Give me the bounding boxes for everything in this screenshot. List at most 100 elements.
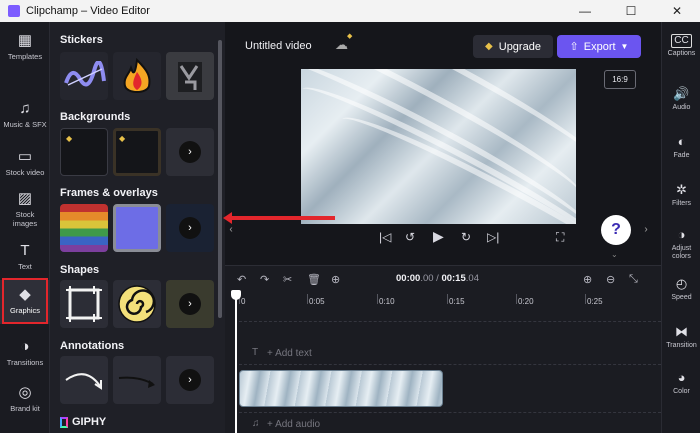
- ruler-tick: [585, 294, 586, 304]
- upgrade-button[interactable]: ◆ Upgrade: [473, 35, 553, 58]
- annotation-tile[interactable]: [60, 356, 108, 404]
- nav-label: Stock video: [5, 168, 45, 177]
- audio-icon: 🔊: [673, 86, 690, 101]
- arrow-head: [223, 212, 232, 224]
- track-divider: [239, 364, 661, 365]
- add-media-icon[interactable]: ⊕: [331, 273, 340, 286]
- frame-tile[interactable]: [113, 204, 161, 252]
- chevron-down-icon[interactable]: ⌄: [611, 250, 618, 259]
- sticker-tile[interactable]: [60, 52, 108, 100]
- filters-icon: ✲: [676, 182, 687, 197]
- diamond-icon: ◆: [485, 41, 493, 52]
- add-audio-label[interactable]: + Add audio: [267, 419, 320, 430]
- play-icon[interactable]: ▶: [433, 228, 444, 245]
- track-divider: [239, 321, 661, 322]
- right-nav-transition[interactable]: ⧓ Transition: [662, 324, 700, 350]
- undo-icon[interactable]: ↶: [237, 273, 246, 286]
- help-button[interactable]: ?: [601, 215, 631, 245]
- zoom-in-icon[interactable]: ⊕: [583, 273, 592, 286]
- skip-to-start-icon[interactable]: |◁: [379, 230, 391, 244]
- nav-item-text[interactable]: T Text: [0, 242, 50, 278]
- transition-icon: ⧓: [675, 324, 688, 339]
- delete-icon[interactable]: 🗑: [307, 273, 321, 286]
- right-nav-audio[interactable]: 🔊 Audio: [662, 86, 700, 112]
- total-time-ms: .04: [465, 273, 479, 284]
- editor-area: Untitled video ☁ ◆ ◆ Upgrade ⇧ Export ▼ …: [225, 22, 661, 433]
- right-nav-fade[interactable]: ◐ Fade: [662, 134, 700, 160]
- annotation-tile[interactable]: [113, 356, 161, 404]
- section-title-frames: Frames & overlays: [60, 187, 158, 199]
- section-title-annotations: Annotations: [60, 340, 125, 352]
- right-nav-label: Adjust colors: [671, 245, 692, 260]
- right-nav-label: Color: [673, 388, 690, 395]
- shape-tile[interactable]: [113, 280, 161, 328]
- shapes-more-tile[interactable]: ›: [166, 280, 214, 328]
- playhead[interactable]: [231, 290, 241, 433]
- frames-more-tile[interactable]: ›: [166, 204, 214, 252]
- right-nav-label: Captions: [667, 50, 696, 57]
- fade-icon: ◐: [677, 134, 686, 149]
- timeline: ↶ ↷ ✂ 🗑 ⊕ 00:00.00 / 00:15.04 ⊕ ⊖ ⤡ 0 0:…: [225, 265, 661, 433]
- music-icon: ♫: [19, 100, 31, 117]
- video-clip[interactable]: [239, 370, 443, 407]
- chevron-right-icon: ›: [179, 141, 201, 163]
- panel-scrollbar[interactable]: [218, 40, 222, 318]
- rewind-5-icon[interactable]: ↺: [405, 230, 415, 244]
- right-nav-speed[interactable]: ◴ Speed: [662, 276, 700, 302]
- shape-tile[interactable]: [60, 280, 108, 328]
- section-title-stickers: Stickers: [60, 34, 103, 46]
- project-name[interactable]: Untitled video: [245, 40, 312, 52]
- right-nav-captions[interactable]: CC Captions: [662, 34, 700, 58]
- sticker-tile[interactable]: [166, 52, 214, 100]
- fullscreen-icon[interactable]: ⛶: [556, 230, 564, 245]
- total-time: 00:15: [441, 273, 466, 284]
- ruler-label: 0:10: [379, 297, 395, 306]
- right-nav-color[interactable]: ◕ Color: [662, 370, 700, 396]
- nav-item-brand-kit[interactable]: ◎ Brand kit: [0, 384, 50, 420]
- playhead-handle[interactable]: [231, 290, 241, 300]
- nav-item-templates[interactable]: ▦ Templates: [0, 32, 50, 82]
- nav-item-stock-images[interactable]: ▨ Stock images: [0, 190, 50, 236]
- collapse-right-icon[interactable]: ›: [641, 217, 651, 241]
- background-tile[interactable]: ◆: [113, 128, 161, 176]
- brand-kit-icon: ◎: [18, 384, 32, 401]
- adjust-colors-icon: ◑: [677, 227, 686, 242]
- arrow-annotation-icon: [118, 376, 155, 388]
- giphy-section[interactable]: GIPHY: [60, 416, 106, 428]
- chevron-right-icon: ›: [179, 293, 201, 315]
- premium-diamond-icon: ◆: [347, 33, 353, 40]
- time-display: 00:00.00 / 00:15.04: [396, 273, 479, 284]
- export-button[interactable]: ⇧ Export ▼: [557, 35, 641, 58]
- upgrade-label: Upgrade: [498, 40, 541, 53]
- right-nav-adjust-colors[interactable]: ◑ Adjust colors: [662, 227, 700, 261]
- aspect-ratio-button[interactable]: 16:9: [604, 70, 636, 89]
- zoom-out-icon[interactable]: ⊖: [606, 273, 615, 286]
- annotations-more-tile[interactable]: ›: [166, 356, 214, 404]
- nav-item-stock-video[interactable]: ▭ Stock video: [0, 148, 50, 184]
- background-tile[interactable]: ◆: [60, 128, 108, 176]
- graphics-panel: Stickers Backgrounds ◆ ◆ › Frames & over…: [50, 22, 225, 433]
- backgrounds-more-tile[interactable]: ›: [166, 128, 214, 176]
- nav-item-music[interactable]: ♫ Music & SFX: [0, 100, 50, 136]
- speed-icon: ◴: [675, 276, 688, 291]
- skip-to-end-icon[interactable]: ▷|: [487, 230, 499, 244]
- graphics-highlight-box: [2, 278, 48, 324]
- fit-timeline-icon[interactable]: ⤡: [629, 273, 638, 286]
- maximize-button[interactable]: ☐: [608, 0, 654, 22]
- forward-5-icon[interactable]: ↻: [461, 230, 471, 244]
- nav-label: Transitions: [6, 358, 44, 367]
- split-scissors-icon[interactable]: ✂: [283, 273, 292, 286]
- close-button[interactable]: ✕: [654, 0, 700, 22]
- right-nav-filters[interactable]: ✲ Filters: [662, 182, 700, 208]
- giphy-title: GIPHY: [72, 416, 107, 428]
- sticker-tile[interactable]: [113, 52, 161, 100]
- nav-item-transitions[interactable]: ◑ Transitions: [0, 338, 50, 374]
- minimize-button[interactable]: —: [562, 0, 608, 22]
- redo-icon[interactable]: ↷: [260, 273, 269, 286]
- right-nav-label: Audio: [672, 104, 691, 111]
- add-text-label[interactable]: + Add text: [267, 348, 312, 359]
- editor-top-bar: Untitled video ☁ ◆ ◆ Upgrade ⇧ Export ▼: [225, 22, 661, 70]
- frame-rainbow-tile[interactable]: [60, 204, 108, 252]
- transitions-icon: ◑: [20, 338, 30, 355]
- stock-images-icon: ▨: [17, 190, 33, 207]
